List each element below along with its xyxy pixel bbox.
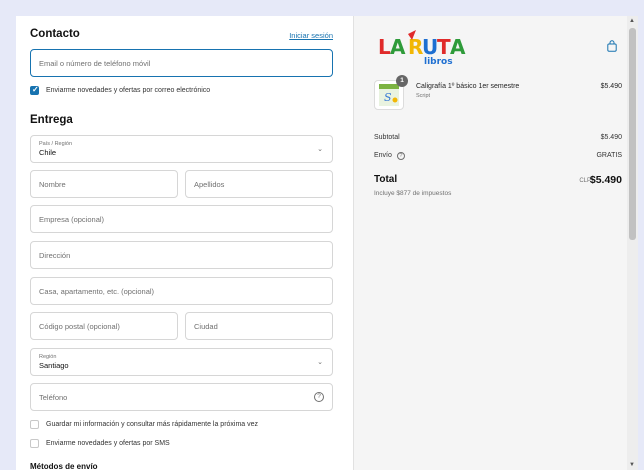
newsletter-checkbox[interactable]: Enviarme novedades y ofertas por correo … xyxy=(30,85,211,95)
chevron-down-icon: ⌄ xyxy=(317,359,323,366)
postal-code-placeholder: Código postal (opcional) xyxy=(39,322,120,331)
shipping-label: Envío xyxy=(374,152,392,159)
sms-checkbox[interactable]: Enviarme novedades y ofertas por SMS xyxy=(30,439,170,448)
phone-field[interactable]: Teléfono ? xyxy=(30,383,333,411)
total-value: $5.490 xyxy=(589,174,622,186)
shipping-methods-heading: Métodos de envío xyxy=(30,462,98,470)
shipping-label-row: Envío ? xyxy=(374,152,405,160)
quantity-badge: 1 xyxy=(396,75,408,87)
phone-placeholder: Teléfono xyxy=(39,393,68,402)
email-placeholder: Email o número de teléfono móvil xyxy=(39,59,151,68)
tax-note: Incluye $877 de impuestos xyxy=(374,190,452,197)
country-select[interactable]: País / Región Chile ⌄ xyxy=(30,135,333,163)
sms-checkbox-label: Enviarme novedades y ofertas por SMS xyxy=(46,440,170,447)
save-info-checkbox-box[interactable] xyxy=(30,420,39,429)
delivery-heading: Entrega xyxy=(30,114,73,126)
checkout-page: Contacto Iniciar sesión Email o número d… xyxy=(16,16,638,470)
subtotal-label: Subtotal xyxy=(374,134,400,141)
company-placeholder: Empresa (opcional) xyxy=(39,215,105,224)
apartment-field[interactable]: Casa, apartamento, etc. (opcional) xyxy=(30,277,333,305)
last-name-placeholder: Apellidos xyxy=(194,180,225,189)
newsletter-checkbox-label: Enviarme novedades y ofertas por correo … xyxy=(46,87,211,94)
postal-code-field[interactable]: Código postal (opcional) xyxy=(30,312,178,340)
address-placeholder: Dirección xyxy=(39,251,71,260)
region-select[interactable]: Región Santiago ⌄ xyxy=(30,348,333,376)
login-link[interactable]: Iniciar sesión xyxy=(289,31,333,40)
sms-checkbox-box[interactable] xyxy=(30,439,39,448)
address-field[interactable]: Dirección xyxy=(30,241,333,269)
country-label: País / Región xyxy=(39,141,73,147)
product-variant: Script xyxy=(416,93,431,99)
scroll-down-arrow-icon[interactable]: ▼ xyxy=(629,462,635,468)
brand-logo[interactable]: L A R U T A libros xyxy=(378,30,478,68)
question-circle-icon[interactable]: ? xyxy=(396,152,405,160)
svg-text:U: U xyxy=(422,35,438,59)
first-name-field[interactable]: Nombre xyxy=(30,170,178,198)
email-field[interactable]: Email o número de teléfono móvil xyxy=(30,49,333,77)
region-value: Santiago xyxy=(39,361,69,370)
chevron-down-icon: ⌄ xyxy=(317,146,323,153)
shipping-value: GRATIS xyxy=(596,152,622,159)
order-summary: L A R U T A libros S 1 Caligrafía 1º bás xyxy=(353,16,638,470)
city-field[interactable]: Ciudad xyxy=(185,312,333,340)
svg-text:T: T xyxy=(437,35,451,59)
apartment-placeholder: Casa, apartamento, etc. (opcional) xyxy=(39,287,155,296)
scroll-up-arrow-icon[interactable]: ▲ xyxy=(629,18,635,24)
scrollbar[interactable]: ▲ ▼ xyxy=(627,16,638,470)
checkout-form: Contacto Iniciar sesión Email o número d… xyxy=(16,16,353,470)
save-info-checkbox[interactable]: Guardar mi información y consultar más r… xyxy=(30,420,258,429)
svg-text:S: S xyxy=(384,91,392,104)
contact-heading: Contacto xyxy=(30,28,80,40)
svg-text:A: A xyxy=(390,35,406,59)
region-label: Región xyxy=(39,354,57,360)
product-name: Caligrafía 1º básico 1er semestre xyxy=(416,83,520,90)
newsletter-checkbox-box[interactable] xyxy=(30,85,39,95)
first-name-placeholder: Nombre xyxy=(39,180,66,189)
last-name-field[interactable]: Apellidos xyxy=(185,170,333,198)
country-value: Chile xyxy=(39,148,57,157)
save-info-checkbox-label: Guardar mi información y consultar más r… xyxy=(46,421,259,428)
product-thumbnail: S 1 xyxy=(374,75,408,110)
scrollbar-thumb[interactable] xyxy=(629,28,636,240)
question-circle-icon[interactable]: ? xyxy=(314,392,324,402)
product-price: $5.490 xyxy=(600,83,622,90)
logo-sub-text: libros xyxy=(424,57,453,67)
city-placeholder: Ciudad xyxy=(194,322,218,331)
svg-text:A: A xyxy=(450,35,466,59)
total-label: Total xyxy=(374,174,398,185)
subtotal-value: $5.490 xyxy=(600,134,622,141)
company-field[interactable]: Empresa (opcional) xyxy=(30,205,333,233)
shopping-bag-icon[interactable] xyxy=(607,40,617,52)
